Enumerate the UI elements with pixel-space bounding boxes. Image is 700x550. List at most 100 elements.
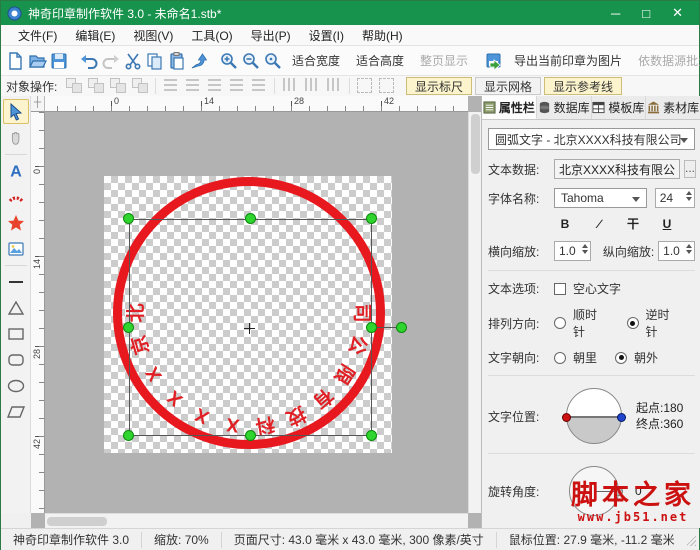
tab-database[interactable]: 数据库 — [537, 96, 592, 119]
object-selector[interactable]: 圆弧文字 - 北京XXXX科技有限公司 — [488, 128, 695, 150]
align-left-icon[interactable] — [160, 76, 182, 94]
h-scale-spinner[interactable]: 1.0 — [554, 241, 591, 261]
minimize-button[interactable]: ─ — [611, 6, 620, 21]
copy-button[interactable] — [145, 48, 165, 74]
handle-mid-right[interactable] — [366, 322, 377, 333]
underline-button[interactable]: U — [658, 216, 676, 232]
menu-item-1[interactable]: 编辑(E) — [66, 25, 124, 46]
ellipse-tool[interactable] — [3, 373, 29, 398]
same-height-icon[interactable] — [301, 76, 323, 94]
spin-down-icon[interactable] — [686, 197, 692, 201]
handle-bottom-right[interactable] — [366, 430, 377, 441]
save-button[interactable] — [49, 48, 69, 74]
rectangle-tool[interactable] — [3, 321, 29, 346]
arc-text-tool[interactable] — [3, 184, 29, 209]
group-icon[interactable] — [63, 76, 85, 94]
bring-front-icon[interactable] — [107, 76, 129, 94]
text-position-dial[interactable] — [562, 388, 626, 444]
start-point-dot[interactable] — [562, 412, 571, 422]
tab-properties[interactable]: 属性栏 — [482, 96, 537, 119]
handle-top-left[interactable] — [123, 213, 134, 224]
fit-width-button[interactable]: 适合宽度 — [285, 48, 347, 74]
image-tool[interactable] — [3, 236, 29, 261]
end-point-dot[interactable] — [617, 412, 626, 422]
text-tool[interactable]: A — [3, 158, 29, 183]
export-current-button[interactable]: 导出当前印章为图片 — [507, 48, 629, 74]
rounded-rect-tool[interactable] — [3, 347, 29, 372]
send-back-icon[interactable] — [129, 76, 151, 94]
menu-item-3[interactable]: 工具(O) — [182, 25, 241, 46]
export-batch-button[interactable]: 依数据源批量导出印章为图片 — [631, 48, 700, 74]
outward-radio[interactable] — [615, 351, 628, 364]
menu-item-0[interactable]: 文件(F) — [9, 25, 66, 46]
line-tool[interactable] — [3, 269, 29, 294]
align-center-icon[interactable] — [182, 76, 204, 94]
tab-templates[interactable]: 模板库 — [592, 96, 647, 119]
menu-item-5[interactable]: 设置(I) — [300, 25, 353, 46]
handle-top-center[interactable] — [245, 213, 256, 224]
select-tool[interactable] — [2, 99, 29, 124]
pan-tool-icon — [11, 131, 19, 145]
arrow-button[interactable] — [189, 48, 209, 74]
handle-bottom-left[interactable] — [123, 430, 134, 441]
show-grid-toggle[interactable]: 显示网格 — [475, 77, 542, 95]
cut-button[interactable] — [123, 48, 143, 74]
handle-bottom-center[interactable] — [245, 430, 256, 441]
tab-materials[interactable]: 素材库 — [646, 96, 700, 119]
vertical-scroll-thumb[interactable] — [471, 114, 480, 174]
export-image-button[interactable] — [485, 48, 505, 74]
zoom-in-button[interactable] — [219, 48, 239, 74]
maximize-button[interactable]: □ — [642, 6, 650, 21]
canvas[interactable]: 北京XXXX科技有限公司 — [45, 112, 468, 513]
text-data-input[interactable] — [554, 159, 680, 179]
show-guides-toggle[interactable]: 显示参考线 — [544, 77, 623, 95]
horizontal-scrollbar[interactable] — [45, 513, 468, 528]
handle-mid-left[interactable] — [123, 322, 134, 333]
redo-button[interactable] — [101, 48, 121, 74]
hollow-text-checkbox[interactable] — [554, 282, 566, 295]
align-top-icon[interactable] — [226, 76, 248, 94]
clockwise-radio[interactable] — [554, 317, 566, 329]
close-button[interactable]: ✕ — [672, 5, 683, 21]
text-data-more-button[interactable]: ... — [684, 160, 697, 178]
full-page-button[interactable]: 整页显示 — [413, 48, 475, 74]
lock-icon[interactable] — [354, 76, 376, 94]
spin-up-icon[interactable] — [686, 191, 692, 195]
zoom-out-button[interactable] — [241, 48, 261, 74]
ungroup-icon[interactable] — [85, 76, 107, 94]
status-app-name: 神奇印章制作软件 3.0 — [1, 532, 143, 548]
horizontal-scroll-thumb[interactable] — [47, 517, 107, 526]
paste-button[interactable] — [167, 48, 187, 74]
strikethrough-button[interactable]: 干 — [624, 216, 642, 232]
show-ruler-toggle[interactable]: 显示标尺 — [406, 77, 473, 95]
tab-database-label: 数据库 — [553, 101, 590, 115]
align-right-icon[interactable] — [204, 76, 226, 94]
v-scale-spinner[interactable]: 1.0 — [658, 241, 695, 261]
bold-button[interactable]: B — [556, 216, 574, 232]
new-file-button[interactable] — [5, 48, 25, 74]
parallelogram-tool[interactable] — [3, 399, 29, 424]
open-file-button[interactable] — [27, 48, 47, 74]
rotation-handle[interactable] — [396, 322, 407, 333]
undo-button[interactable] — [79, 48, 99, 74]
menu-item-6[interactable]: 帮助(H) — [353, 25, 412, 46]
vertical-scrollbar[interactable] — [468, 112, 481, 513]
inward-radio[interactable] — [554, 351, 566, 364]
menu-item-4[interactable]: 导出(P) — [242, 25, 300, 46]
italic-button[interactable]: ∕ — [590, 216, 608, 232]
triangle-tool[interactable] — [3, 295, 29, 320]
same-width-icon[interactable] — [279, 76, 301, 94]
counterclockwise-radio[interactable] — [626, 317, 639, 329]
unlock-icon[interactable] — [376, 76, 398, 94]
menu-item-2[interactable]: 视图(V) — [124, 25, 182, 46]
star-tool[interactable] — [3, 210, 29, 235]
font-size-spinner[interactable]: 24 — [654, 188, 695, 208]
font-name-select[interactable]: Tahoma — [554, 188, 647, 208]
resize-grip[interactable] — [686, 534, 696, 546]
align-bottom-icon[interactable] — [248, 76, 270, 94]
equal-spacing-icon[interactable] — [323, 76, 345, 94]
zoom-reset-button[interactable] — [263, 48, 283, 74]
pan-tool[interactable] — [3, 125, 29, 150]
fit-height-button[interactable]: 适合高度 — [349, 48, 411, 74]
handle-top-right[interactable] — [366, 213, 377, 224]
